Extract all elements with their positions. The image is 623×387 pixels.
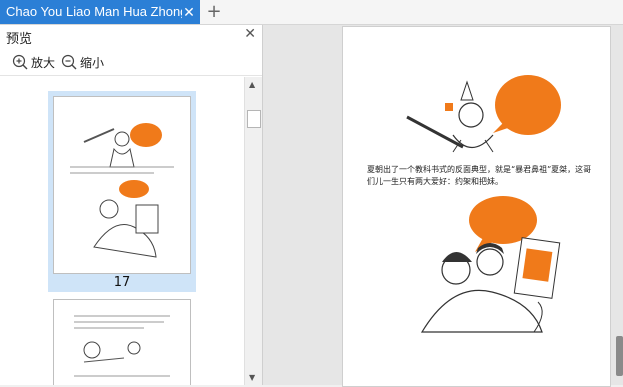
thumbnail-comic-art bbox=[70, 123, 174, 258]
document-page: 夏朝出了一个教科书式的反面典型，就是“暴君鼻祖”夏桀，这哥们儿一生只有两大爱好：… bbox=[342, 26, 611, 387]
tab-bar: Chao You Liao Man Hua Zhong Guo Shi ✕ + bbox=[0, 0, 623, 25]
page-thumbnail[interactable] bbox=[53, 299, 191, 385]
thumbnail-page-number: 17 bbox=[113, 275, 131, 290]
scroll-down-icon[interactable]: ▼ bbox=[249, 373, 255, 382]
close-icon[interactable]: ✕ bbox=[178, 0, 200, 24]
zoom-out-button[interactable]: 缩小 bbox=[61, 53, 104, 71]
comic-illustration-top bbox=[406, 75, 561, 153]
zoom-in-label: 放大 bbox=[31, 55, 56, 70]
document-tab-title: Chao You Liao Man Hua Zhong Guo Shi bbox=[6, 4, 182, 19]
preview-panel-title: 预览 bbox=[6, 32, 33, 47]
scroll-up-icon[interactable]: ▲ bbox=[249, 80, 255, 89]
preview-panel-header: 预览 ✕ bbox=[0, 25, 262, 47]
comic-illustration-bottom bbox=[420, 196, 561, 333]
thumbnail-scrollbar[interactable]: ▲ ▼ bbox=[244, 77, 262, 385]
zoom-toolbar: 放大 缩小 bbox=[0, 49, 262, 76]
plus-icon[interactable]: + bbox=[204, 0, 224, 24]
preview-panel: 预览 ✕ 放大 缩小 17 ▲ ▼ bbox=[0, 25, 263, 385]
thumbnail-comic-art bbox=[74, 315, 170, 377]
close-icon[interactable]: ✕ bbox=[244, 26, 256, 42]
thumbnail-list: 17 bbox=[0, 77, 244, 385]
zoom-in-button[interactable]: 放大 bbox=[12, 53, 55, 71]
zoom-out-label: 缩小 bbox=[80, 55, 105, 70]
zoom-in-icon bbox=[12, 54, 28, 70]
scrollbar-thumb[interactable] bbox=[247, 110, 261, 128]
viewer-scrollbar-thumb[interactable] bbox=[616, 336, 623, 376]
page-thumbnail[interactable] bbox=[53, 96, 191, 274]
document-tab[interactable]: Chao You Liao Man Hua Zhong Guo Shi ✕ bbox=[0, 0, 200, 24]
page-paragraph: 夏朝出了一个教科书式的反面典型，就是“暴君鼻祖”夏桀，这哥们儿一生只有两大爱好：… bbox=[367, 165, 592, 186]
zoom-out-icon bbox=[61, 54, 77, 70]
document-viewer[interactable]: 夏朝出了一个教科书式的反面典型，就是“暴君鼻祖”夏桀，这哥们儿一生只有两大爱好：… bbox=[263, 25, 623, 387]
